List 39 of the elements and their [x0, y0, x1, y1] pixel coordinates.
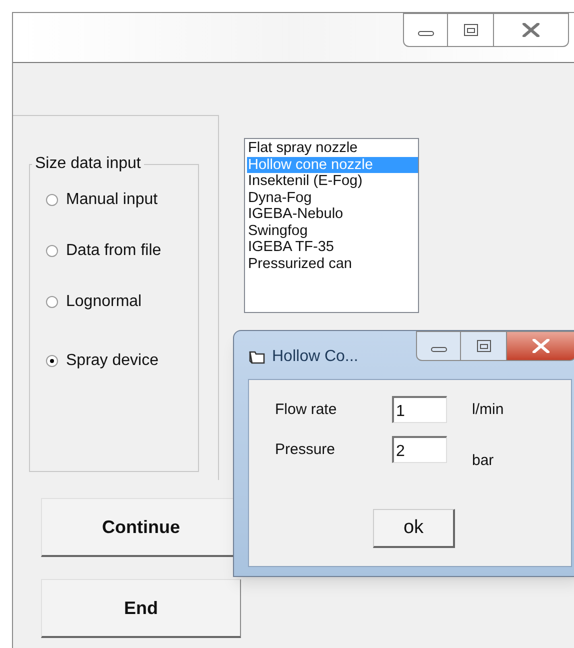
ok-button[interactable]: ok — [373, 509, 455, 548]
minimize-button[interactable] — [403, 13, 448, 47]
minimize-icon — [430, 346, 446, 352]
list-item[interactable]: IGEBA TF-35 — [247, 239, 418, 256]
list-item[interactable]: Flat spray nozzle — [247, 140, 418, 156]
unit-label: l/min — [472, 400, 504, 420]
radio-option[interactable]: Data from file — [46, 239, 198, 263]
maximize-icon — [464, 24, 478, 36]
list-item[interactable]: IGEBA-Nebulo — [247, 206, 418, 222]
radio-button[interactable] — [46, 296, 58, 308]
text-field[interactable]: 2 — [392, 436, 447, 463]
close-button[interactable] — [506, 331, 574, 361]
dialog-title: Hollow Co... — [272, 347, 358, 367]
text-field[interactable]: 1 — [392, 396, 447, 423]
maximize-button[interactable] — [448, 13, 493, 47]
list-item[interactable]: Dyna-Fog — [247, 190, 418, 206]
radio-option[interactable]: Spray device — [46, 349, 198, 373]
radio-option[interactable]: Lognormal — [46, 290, 198, 314]
field-label: Pressure — [275, 440, 336, 460]
field-label: Flow rate — [275, 400, 338, 420]
radio-button[interactable] — [46, 355, 58, 367]
maximize-button[interactable] — [461, 331, 506, 361]
window-icon — [249, 350, 265, 364]
action-button[interactable]: End — [41, 579, 241, 638]
maximize-icon — [476, 340, 490, 352]
list-box[interactable]: Flat spray nozzle Hollow cone nozzle Insektenil (E-Fog) Dyna-Fog IGEBA-Nebulo Swingfog IGEBA TF-35 Pressurized can — [244, 138, 419, 313]
close-icon — [532, 339, 550, 353]
group-title: Size data input — [34, 154, 142, 174]
list-item[interactable]: Insektenil (E-Fog) — [247, 173, 418, 190]
radio-button[interactable] — [46, 245, 58, 257]
radio-button[interactable] — [46, 194, 58, 206]
minimize-button[interactable] — [416, 331, 461, 361]
list-item[interactable]: Pressurized can — [247, 256, 418, 272]
radio-option[interactable]: Manual input — [46, 188, 198, 212]
close-button[interactable] — [493, 13, 569, 47]
unit-label: bar — [472, 451, 494, 471]
list-item[interactable]: Swingfog — [247, 222, 418, 239]
minimize-icon — [418, 30, 434, 36]
close-icon — [522, 23, 540, 37]
